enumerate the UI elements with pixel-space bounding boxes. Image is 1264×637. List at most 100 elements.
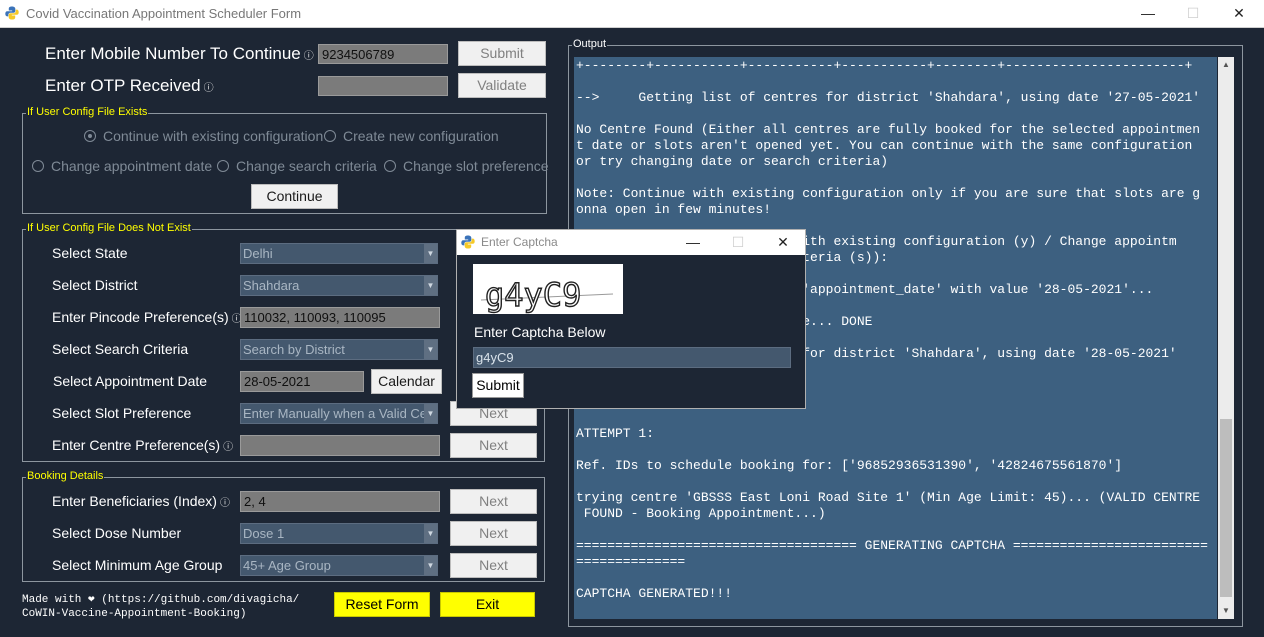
age-group-label: Select Minimum Age Group — [52, 557, 223, 573]
mobile-label-text: Enter Mobile Number To Continue — [45, 44, 301, 63]
output-line: Note: Continue with existing configurati… — [576, 186, 1201, 201]
scroll-thumb[interactable] — [1220, 419, 1232, 597]
dialog-maximize-button[interactable]: ☐ — [728, 233, 748, 251]
district-label: Select District — [52, 277, 138, 293]
dropdown-arrow-icon: ▼ — [424, 524, 437, 543]
radio-label: Change search criteria — [236, 158, 377, 174]
config-new-legend: If User Config File Does Not Exist — [26, 222, 192, 234]
output-line: No Centre Found (Either all centres are … — [576, 122, 1201, 137]
info-icon: ⓘ — [203, 83, 214, 94]
made-with-credit: Made with ❤ (https://github.com/divagich… — [22, 593, 299, 621]
radio-label: Continue with existing configuration — [103, 128, 324, 144]
dropdown-arrow-icon: ▼ — [424, 276, 437, 295]
scroll-up-icon[interactable]: ▲ — [1218, 57, 1234, 73]
radio-label: Change slot preference — [403, 158, 549, 174]
radio-change-date[interactable]: Change appointment date — [32, 158, 212, 174]
age-group-value: 45+ Age Group — [243, 558, 331, 573]
appointment-date-input[interactable]: 28-05-2021 — [240, 371, 364, 392]
info-icon: ⓘ — [219, 498, 230, 509]
output-line: Ref. IDs to schedule booking for: ['9685… — [576, 458, 1123, 473]
window-title: Covid Vaccination Appointment Scheduler … — [26, 6, 302, 21]
beneficiaries-input[interactable]: 2, 4 — [240, 491, 440, 512]
output-line: --> Getting list of centres for district… — [576, 90, 1201, 105]
output-line: ============== — [576, 554, 686, 569]
captcha-image: g4yC9 — [473, 264, 623, 315]
info-icon: ⓘ — [223, 442, 234, 453]
dialog-close-button[interactable]: ✕ — [773, 233, 793, 251]
pincode-label: Enter Pincode Preference(s) ⓘ — [52, 309, 242, 325]
captcha-image-graphic: g4yC9 — [480, 275, 614, 315]
district-select[interactable]: Shahdara ▼ — [240, 275, 438, 296]
dropdown-arrow-icon: ▼ — [424, 244, 437, 263]
otp-input[interactable] — [318, 76, 448, 96]
output-scrollbar[interactable]: ▲ ▼ — [1218, 57, 1234, 619]
captcha-dialog-titlebar: Enter Captcha — ☐ ✕ — [457, 230, 805, 255]
radio-selected-icon — [84, 130, 96, 142]
centre-preference-label-text: Enter Centre Preference(s) — [52, 437, 221, 453]
booking-legend: Booking Details — [26, 470, 105, 482]
centre-next-button[interactable]: Next — [450, 433, 537, 458]
calendar-button[interactable]: Calendar — [371, 369, 442, 394]
captcha-input[interactable]: g4yC9 — [473, 347, 791, 368]
search-criteria-value: Search by District — [243, 342, 345, 357]
info-icon: ⓘ — [303, 51, 314, 62]
radio-icon — [217, 160, 229, 172]
captcha-dialog: Enter Captcha — ☐ ✕ g4yC9 Enter Captcha … — [456, 229, 806, 409]
state-select[interactable]: Delhi ▼ — [240, 243, 438, 264]
output-line: t date or slots aren't opened yet. You c… — [576, 138, 1193, 153]
dropdown-arrow-icon: ▼ — [424, 340, 437, 359]
radio-icon — [324, 130, 336, 142]
slot-preference-select[interactable]: Enter Manually when a Valid Ce ▼ — [240, 403, 438, 424]
search-criteria-select[interactable]: Search by District ▼ — [240, 339, 438, 360]
slot-preference-value: Enter Manually when a Valid Ce — [243, 406, 428, 421]
python-app-icon — [5, 6, 19, 20]
dialog-minimize-button[interactable]: — — [683, 233, 703, 251]
otp-label-text: Enter OTP Received — [45, 76, 201, 95]
exit-button[interactable]: Exit — [440, 592, 535, 617]
radio-icon — [384, 160, 396, 172]
title-bar: Covid Vaccination Appointment Scheduler … — [0, 0, 1264, 28]
dose-next-button[interactable]: Next — [450, 521, 537, 546]
submit-mobile-button[interactable]: Submit — [458, 41, 546, 66]
otp-label: Enter OTP Received ⓘ — [45, 76, 214, 96]
search-criteria-label: Select Search Criteria — [52, 341, 189, 357]
radio-label: Change appointment date — [51, 158, 213, 174]
state-label: Select State — [52, 245, 128, 261]
credit-line-2: CoWIN-Vaccine-Appointment-Booking) — [22, 608, 247, 620]
output-line: CAPTCHA GENERATED!!! — [576, 586, 733, 601]
python-app-icon — [461, 235, 475, 249]
scroll-down-icon[interactable]: ▼ — [1218, 603, 1234, 619]
minimize-button[interactable]: — — [1138, 4, 1158, 22]
reset-form-button[interactable]: Reset Form — [334, 592, 430, 617]
captcha-prompt: Enter Captcha Below — [474, 324, 606, 340]
validate-otp-button[interactable]: Validate — [458, 73, 546, 98]
beneficiaries-next-button[interactable]: Next — [450, 489, 537, 514]
continue-button[interactable]: Continue — [251, 184, 338, 209]
age-group-next-button[interactable]: Next — [450, 553, 537, 578]
captcha-submit-button[interactable]: Submit — [472, 373, 524, 398]
radio-change-search[interactable]: Change search criteria — [217, 158, 377, 174]
dropdown-arrow-icon: ▼ — [424, 556, 437, 575]
radio-create-new[interactable]: Create new configuration — [324, 128, 499, 144]
state-value: Delhi — [243, 246, 273, 261]
radio-label: Create new configuration — [343, 128, 499, 144]
dropdown-arrow-icon: ▼ — [424, 404, 437, 423]
radio-continue-existing[interactable]: Continue with existing configuration — [84, 128, 323, 144]
beneficiaries-label-text: Enter Beneficiaries (Index) — [52, 493, 217, 509]
dose-select[interactable]: Dose 1 ▼ — [240, 523, 438, 544]
radio-change-slot[interactable]: Change slot preference — [384, 158, 549, 174]
maximize-button[interactable]: ☐ — [1183, 4, 1203, 22]
centre-preference-label: Enter Centre Preference(s) ⓘ — [52, 437, 233, 453]
age-group-select[interactable]: 45+ Age Group ▼ — [240, 555, 438, 576]
output-line: ATTEMPT 1: — [576, 426, 655, 441]
mobile-input[interactable]: 9234506789 — [318, 44, 448, 64]
radio-icon — [32, 160, 44, 172]
output-line: or try changing date or search criteria) — [576, 154, 889, 169]
centre-preference-input[interactable] — [240, 435, 440, 456]
close-button[interactable]: ✕ — [1229, 4, 1249, 22]
output-line: +--------+-----------+-----------+------… — [576, 58, 1193, 73]
output-line: trying centre 'GBSSS East Loni Road Site… — [576, 490, 1201, 505]
mobile-label: Enter Mobile Number To Continue ⓘ — [45, 44, 314, 64]
credit-line-1: Made with ❤ (https://github.com/divagich… — [22, 594, 300, 606]
pincode-input[interactable]: 110032, 110093, 110095 — [240, 307, 440, 328]
